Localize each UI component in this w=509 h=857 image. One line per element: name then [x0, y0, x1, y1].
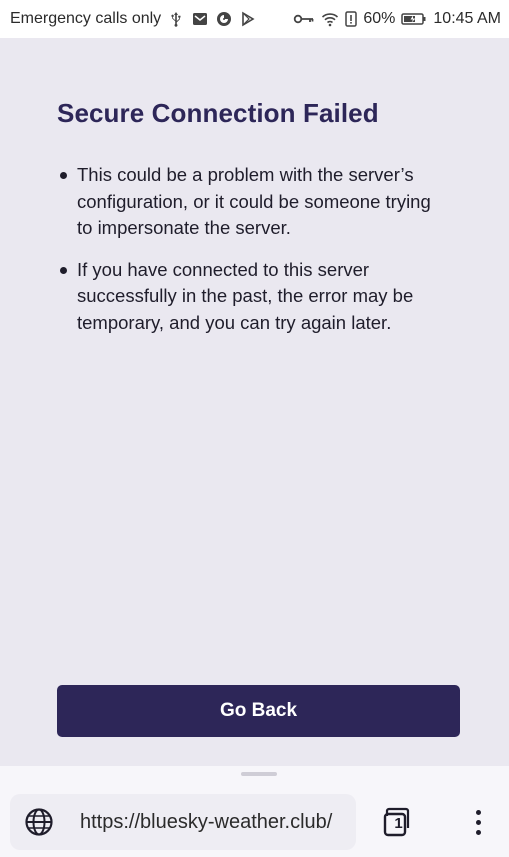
- drag-handle[interactable]: [241, 772, 277, 776]
- menu-button[interactable]: [466, 806, 490, 838]
- usb-icon: [167, 10, 185, 28]
- bullet-dot: [60, 266, 67, 274]
- list-item: This could be a problem with the server’…: [57, 162, 437, 242]
- wifi-icon: [321, 10, 339, 28]
- url-bar[interactable]: https://bluesky-weather.club/: [10, 794, 356, 850]
- mail-icon: [191, 10, 209, 28]
- battery-icon: [401, 10, 427, 28]
- globe-icon[interactable]: [24, 807, 54, 837]
- tab-count: 1: [394, 815, 403, 832]
- url-text[interactable]: https://bluesky-weather.club/: [80, 811, 332, 834]
- bullet-dot: [60, 172, 67, 179]
- status-bar: Emergency calls only 60% 10:45 AM: [0, 0, 509, 38]
- page-title: Secure Connection Failed: [57, 98, 379, 128]
- error-page: Secure Connection Failed This could be a…: [0, 38, 509, 766]
- bullet-text: If you have connected to this server suc…: [77, 258, 414, 333]
- menu-dot: [475, 809, 481, 815]
- alert-icon: [345, 10, 358, 28]
- menu-dot: [475, 819, 481, 825]
- browser-toolbar: https://bluesky-weather.club/ 1: [0, 766, 509, 857]
- firefox-icon: [215, 10, 233, 28]
- carrier-text: Emergency calls only: [10, 10, 162, 27]
- battery-percent: 60%: [363, 10, 396, 27]
- list-item: If you have connected to this server suc…: [57, 257, 437, 337]
- menu-dot: [475, 829, 481, 835]
- clock: 10:45 AM: [433, 10, 501, 27]
- go-back-button[interactable]: Go Back: [57, 685, 460, 737]
- play-store-icon: [239, 10, 257, 28]
- bullet-text: This could be a problem with the server’…: [77, 164, 431, 238]
- tabs-button[interactable]: 1: [381, 806, 413, 838]
- vpn-key-icon: [293, 10, 315, 28]
- error-details-list: This could be a problem with the server’…: [57, 162, 437, 351]
- status-left: Emergency calls only: [10, 10, 257, 28]
- status-right: 60% 10:45 AM: [293, 10, 501, 28]
